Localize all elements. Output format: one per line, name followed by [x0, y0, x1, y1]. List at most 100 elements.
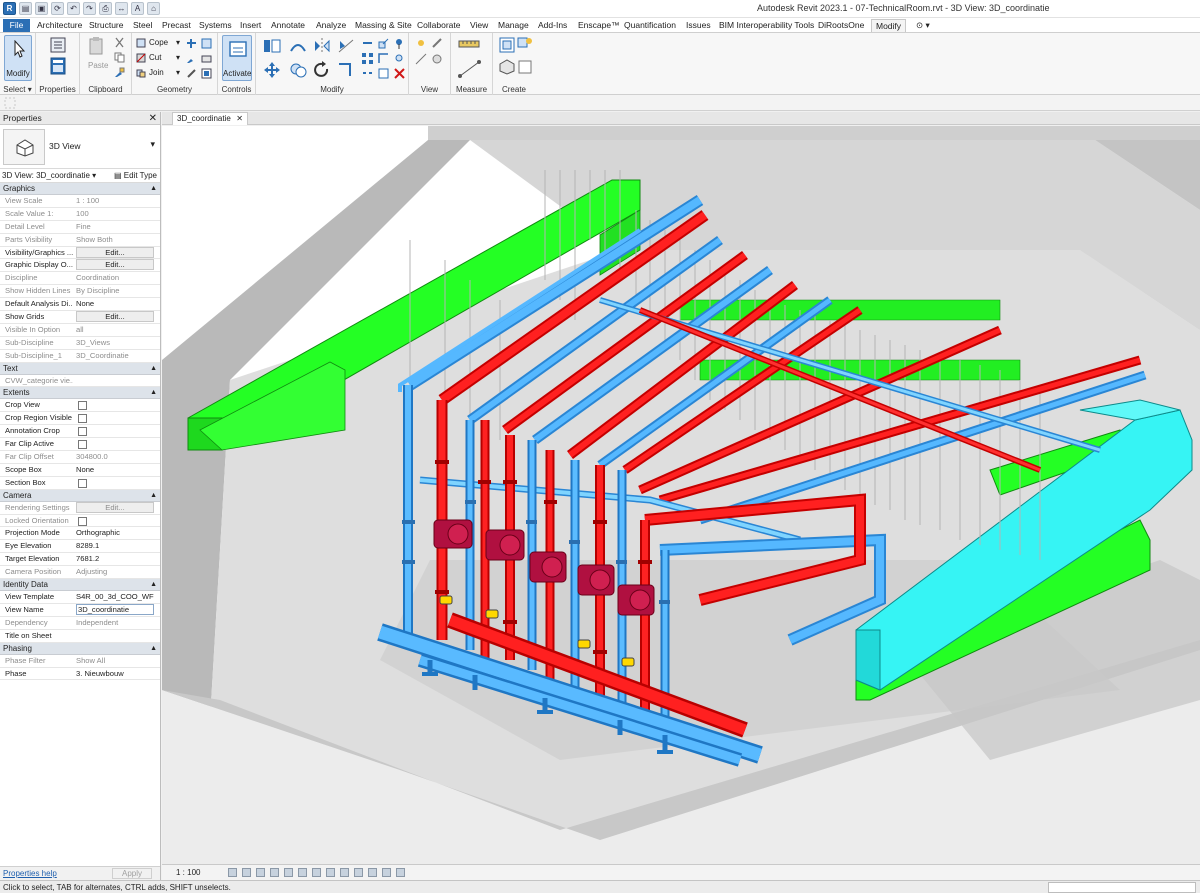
tab-massing-site[interactable]: Massing & Site: [355, 19, 412, 32]
mirror-draw-icon[interactable]: [336, 37, 356, 55]
activate-button[interactable]: Activate: [222, 35, 252, 81]
tab-precast[interactable]: Precast: [162, 19, 191, 32]
panel-title-select[interactable]: Select ▾: [0, 85, 35, 94]
demolish-icon[interactable]: [186, 68, 197, 79]
property-checkbox[interactable]: [78, 440, 87, 450]
edit-button[interactable]: Edit...: [76, 246, 154, 258]
tab-systems[interactable]: Systems: [199, 19, 232, 32]
hide-in-view-icon[interactable]: [415, 37, 427, 49]
property-value[interactable]: 3. Nieuwbouw: [76, 668, 154, 680]
cut-scissors-icon[interactable]: [114, 37, 125, 48]
sync-icon[interactable]: ⟳: [51, 2, 64, 15]
offset-icon[interactable]: [288, 37, 308, 55]
cope-icon[interactable]: [136, 38, 146, 48]
linework-icon[interactable]: [415, 53, 427, 65]
drawing-canvas[interactable]: [162, 126, 1200, 864]
edit-type-button[interactable]: ▤ Edit Type: [114, 169, 157, 182]
redo-icon[interactable]: ↷: [83, 2, 96, 15]
wall-opening-icon[interactable]: [201, 68, 212, 79]
property-checkbox[interactable]: [78, 414, 87, 424]
instance-dropdown[interactable]: 3D View: 3D_coordinatie ▾: [2, 169, 96, 182]
move-icon[interactable]: [262, 61, 282, 79]
worksharing-icon[interactable]: [354, 868, 363, 877]
apply-button[interactable]: Apply: [112, 868, 152, 879]
property-value[interactable]: None: [76, 298, 154, 310]
analytical-model-icon[interactable]: [368, 868, 377, 877]
group-graphics[interactable]: Graphics ▲: [0, 183, 160, 195]
create-assembly-icon[interactable]: [499, 37, 515, 53]
lock-3d-icon[interactable]: [312, 868, 321, 877]
create-group-icon[interactable]: [499, 59, 515, 75]
property-value[interactable]: Orthographic: [76, 527, 154, 539]
join-button[interactable]: Join: [149, 68, 164, 77]
tab-issues[interactable]: Issues: [686, 19, 711, 32]
property-value[interactable]: 8289.1: [76, 540, 154, 552]
property-value[interactable]: S4R_00_3d_COO_WF: [76, 591, 154, 603]
revit-logo-icon[interactable]: R: [3, 2, 16, 15]
text-icon[interactable]: A: [131, 2, 144, 15]
delete-icon[interactable]: [394, 68, 405, 79]
collapse-icon[interactable]: ▲: [150, 363, 157, 375]
override-graphics-icon[interactable]: [431, 37, 443, 49]
tab-quantification[interactable]: Quantification: [624, 19, 676, 32]
group-icon[interactable]: [378, 68, 389, 79]
match-properties-icon[interactable]: [114, 67, 125, 78]
copy-icon[interactable]: [114, 52, 125, 63]
array-icon[interactable]: [362, 53, 373, 64]
split-face-icon[interactable]: [201, 38, 212, 49]
close-icon[interactable]: ✕: [149, 112, 157, 125]
visual-style-icon[interactable]: [242, 868, 251, 877]
copy-element-icon[interactable]: [288, 61, 308, 79]
tab-file[interactable]: File: [3, 19, 30, 32]
property-checkbox[interactable]: [78, 427, 87, 437]
properties-help-link[interactable]: Properties help: [3, 869, 57, 878]
tab-modify[interactable]: Modify: [871, 19, 907, 32]
view-filter-icon[interactable]: [431, 53, 443, 65]
scale-icon[interactable]: [378, 38, 389, 49]
group-text[interactable]: Text ▲: [0, 362, 160, 375]
measure-distance-icon[interactable]: [457, 37, 483, 51]
edit-button[interactable]: Edit...: [76, 501, 154, 513]
highlight-displacement-icon[interactable]: [382, 868, 391, 877]
join-icon[interactable]: [136, 68, 146, 78]
mirror-axis-icon[interactable]: [312, 37, 332, 55]
shadows-icon[interactable]: [270, 868, 279, 877]
crop-view-icon[interactable]: [284, 868, 293, 877]
tab-analyze[interactable]: Analyze: [316, 19, 346, 32]
tab-add-ins[interactable]: Add-Ins: [538, 19, 567, 32]
collapse-icon[interactable]: ▲: [150, 643, 157, 655]
collapse-icon[interactable]: ▲: [150, 183, 157, 195]
create-similar-icon[interactable]: [517, 59, 533, 75]
type-selector[interactable]: 3D View ▾: [0, 125, 160, 169]
tab-collaborate[interactable]: Collaborate: [417, 19, 460, 32]
close-tab-icon[interactable]: ✕: [236, 113, 243, 125]
chevron-down-icon[interactable]: ▾: [150, 139, 155, 150]
group-extents[interactable]: Extents ▲: [0, 387, 160, 400]
reveal-constraints-icon[interactable]: [396, 868, 405, 877]
tab-architecture[interactable]: Architecture: [37, 19, 82, 32]
edit-button[interactable]: Edit...: [76, 311, 154, 323]
type-properties-icon[interactable]: [50, 37, 66, 53]
group-phasing[interactable]: Phasing ▲: [0, 642, 160, 655]
undo-icon[interactable]: ↶: [67, 2, 80, 15]
group-identity-data[interactable]: Identity Data ▲: [0, 579, 160, 592]
modify-button[interactable]: Modify: [4, 35, 32, 81]
rotate-icon[interactable]: [312, 61, 332, 79]
tab-view[interactable]: View: [470, 19, 488, 32]
tab-structure[interactable]: Structure: [89, 19, 124, 32]
cut-icon[interactable]: [136, 53, 146, 63]
status-selection-field[interactable]: [1048, 882, 1196, 893]
reveal-hidden-icon[interactable]: [340, 868, 349, 877]
tab-dirootsone[interactable]: DiRootsOne: [818, 19, 864, 32]
tab-enscape[interactable]: Enscape™: [578, 19, 620, 32]
show-crop-icon[interactable]: [298, 868, 307, 877]
sun-path-icon[interactable]: [256, 868, 265, 877]
print-icon[interactable]: ⎙: [99, 2, 112, 15]
wall-joins-icon[interactable]: [186, 38, 197, 49]
unpin-icon[interactable]: [394, 53, 405, 64]
pin-icon[interactable]: [394, 38, 405, 49]
detail-level-icon[interactable]: [228, 868, 237, 877]
3d-model-view[interactable]: [162, 126, 1200, 864]
tab-insert[interactable]: Insert: [240, 19, 261, 32]
context-switch-icon[interactable]: ⊙ ▾: [916, 19, 930, 32]
